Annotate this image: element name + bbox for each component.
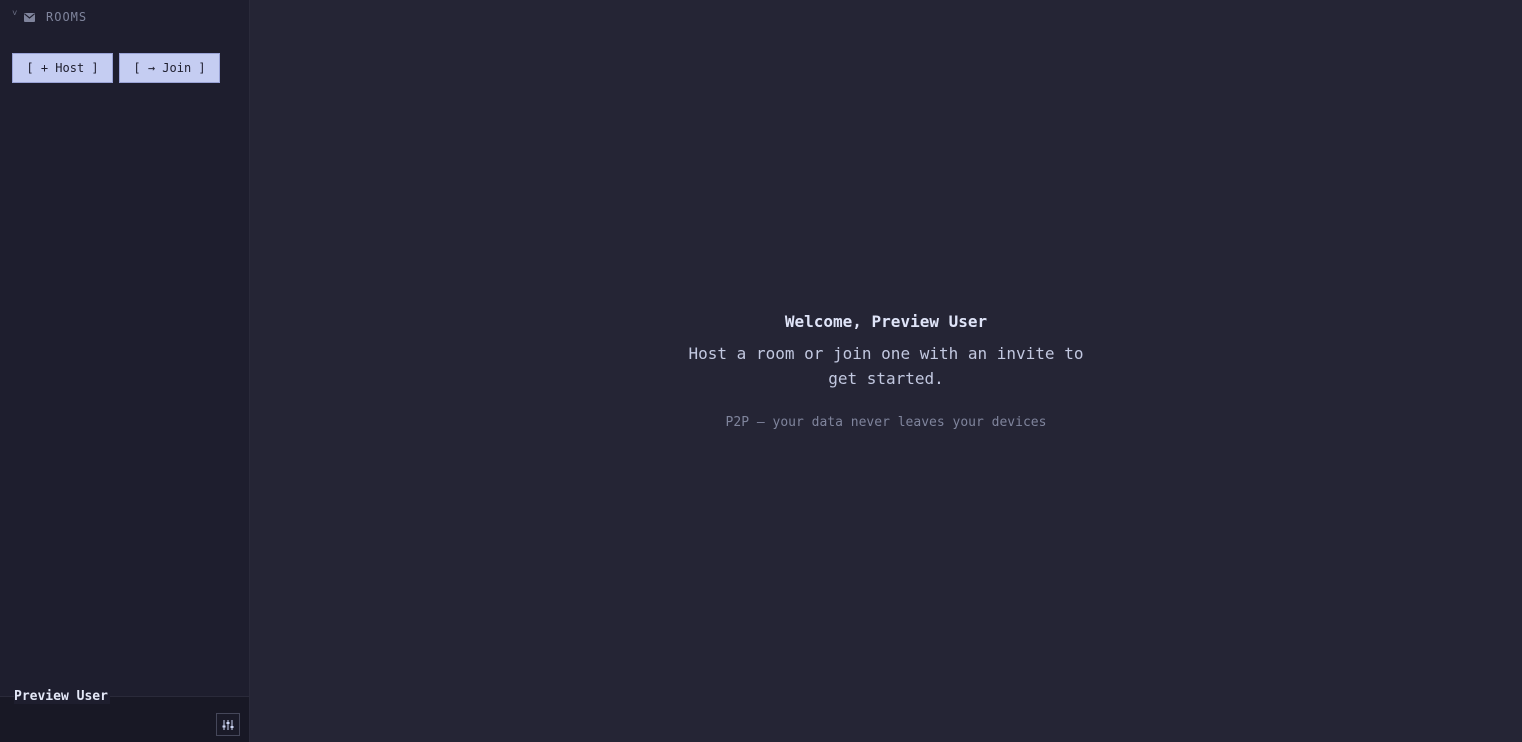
sidebar: ˅ ROOMS [ + Host ] [ → Join ] Preview Us…: [0, 0, 250, 742]
user-name: Preview User: [14, 689, 110, 704]
settings-button[interactable]: [216, 713, 240, 736]
room-actions: [ + Host ] [ → Join ]: [12, 53, 220, 83]
rooms-label: ROOMS: [46, 10, 88, 24]
sliders-icon: [222, 719, 234, 730]
welcome-title: Welcome, Preview User: [784, 312, 988, 331]
welcome-panel: Welcome, Preview User Host a room or joi…: [250, 312, 1522, 430]
join-room-button[interactable]: [ → Join ]: [119, 53, 220, 83]
chevron-down-icon[interactable]: ˅: [12, 9, 24, 19]
mail-icon: [24, 12, 40, 22]
welcome-subtitle: Host a room or join one with an invite t…: [688, 344, 1084, 388]
host-room-button[interactable]: [ + Host ]: [12, 53, 113, 83]
privacy-note: P2P — your data never leaves your device…: [725, 415, 1047, 430]
rooms-section-header[interactable]: ˅ ROOMS: [12, 9, 88, 24]
user-panel: Preview User: [0, 689, 249, 742]
main-content: Welcome, Preview User Host a room or joi…: [250, 0, 1522, 742]
app-window: ˅ ROOMS [ + Host ] [ → Join ] Preview Us…: [0, 0, 1522, 742]
